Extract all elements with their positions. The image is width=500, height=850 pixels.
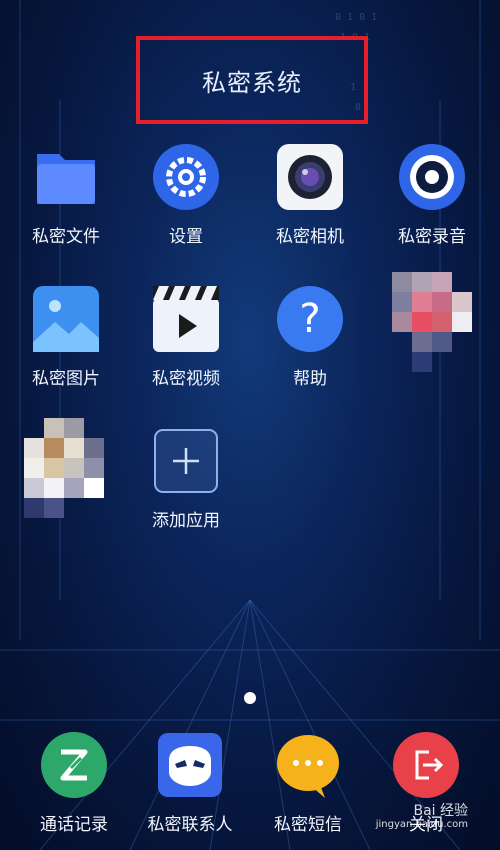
gear-icon: [153, 144, 219, 210]
watermark-sub: jingyan.baidu.com: [375, 819, 468, 830]
app-label: 帮助: [293, 369, 327, 389]
dock-call-log[interactable]: 通话记录: [14, 732, 134, 835]
app-settings[interactable]: 设置: [126, 144, 246, 247]
plus-icon: [153, 428, 219, 494]
call-log-icon: [41, 732, 107, 798]
watermark: Bai 经验 jingyan.baidu.com: [376, 804, 468, 832]
message-bubble-icon: [275, 732, 341, 798]
app-label: 私密录音: [398, 227, 466, 247]
app-label: 私密文件: [32, 227, 100, 247]
app-label: 私密图片: [32, 369, 100, 389]
svg-text:?: ?: [299, 296, 320, 342]
question-icon: ?: [277, 286, 343, 352]
app-label: 设置: [169, 227, 203, 247]
app-help[interactable]: ? 帮助: [250, 286, 370, 389]
app-label: 私密视频: [152, 369, 220, 389]
pixelated-app[interactable]: [392, 272, 472, 372]
video-clapper-icon: [153, 286, 219, 352]
recorder-icon: [399, 144, 465, 210]
folder-icon: [33, 144, 99, 210]
app-private-recorder[interactable]: 私密录音: [372, 144, 492, 247]
app-private-images[interactable]: 私密图片: [6, 286, 126, 389]
title-highlight-box: 私密系统: [136, 36, 368, 124]
app-private-camera[interactable]: 私密相机: [250, 144, 370, 247]
dock-private-contacts[interactable]: 私密联系人: [130, 732, 250, 835]
watermark-main: Bai 经验: [413, 803, 468, 819]
app-private-files[interactable]: 私密文件: [6, 144, 126, 247]
app-label: 添加应用: [152, 511, 220, 531]
app-private-videos[interactable]: 私密视频: [126, 286, 246, 389]
camera-icon: [277, 144, 343, 210]
image-icon: [33, 286, 99, 352]
pixelated-app[interactable]: [24, 418, 104, 518]
app-label: 私密相机: [276, 227, 344, 247]
mask-contact-icon: [157, 732, 223, 798]
exit-icon: [393, 732, 459, 798]
app-label: 私密联系人: [147, 815, 233, 835]
app-label: 私密短信: [274, 815, 342, 835]
dock-private-messages[interactable]: 私密短信: [248, 732, 368, 835]
page-title: 私密系统: [202, 68, 302, 97]
app-add-application[interactable]: 添加应用: [126, 428, 246, 531]
svg-text:0 1 0 1: 0 1 0 1: [335, 12, 377, 23]
page-indicator-dot[interactable]: [244, 692, 256, 704]
app-label: 通话记录: [40, 815, 108, 835]
